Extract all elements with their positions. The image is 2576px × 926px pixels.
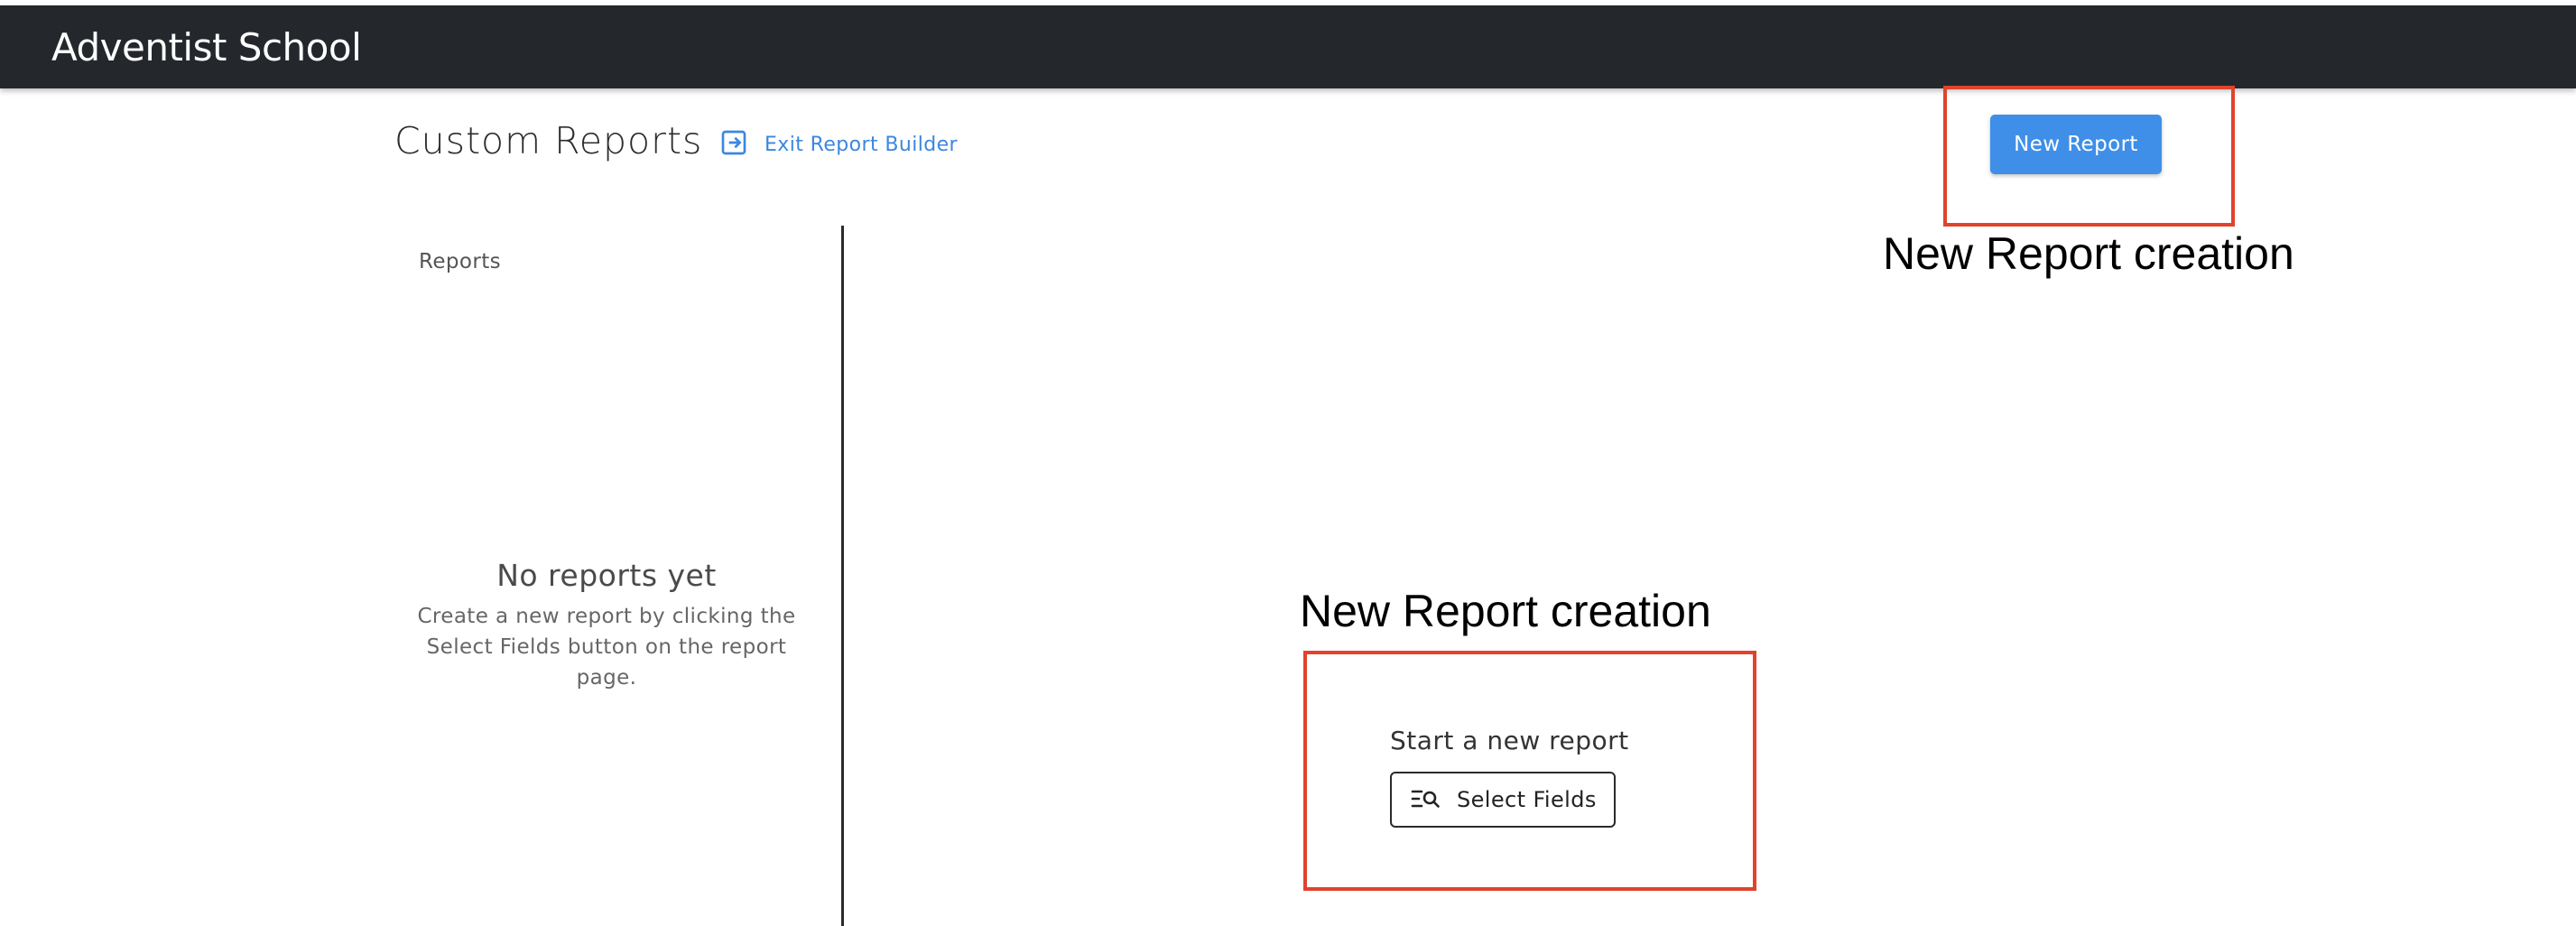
start-new-report-label: Start a new report bbox=[1390, 726, 1629, 755]
sidebar-heading: Reports bbox=[419, 250, 502, 273]
select-fields-button[interactable]: Select Fields bbox=[1390, 772, 1616, 828]
exit-report-builder-label: Exit Report Builder bbox=[764, 133, 958, 156]
exit-report-builder-link[interactable]: Exit Report Builder bbox=[719, 129, 958, 160]
sidebar-divider bbox=[841, 226, 844, 926]
list-search-icon bbox=[1410, 786, 1442, 814]
annotation-box-new-report bbox=[1943, 86, 2235, 227]
empty-state-title: No reports yet bbox=[496, 558, 717, 593]
page-title: Custom Reports bbox=[394, 119, 703, 162]
select-fields-label: Select Fields bbox=[1457, 787, 1597, 812]
empty-state-description: Create a new report by clicking the Sele… bbox=[417, 605, 796, 690]
app-title: Adventist School bbox=[51, 25, 362, 69]
exit-icon bbox=[719, 128, 748, 162]
annotation-label-start-report: New Report creation bbox=[1300, 586, 1711, 636]
annotation-box-start-report bbox=[1303, 651, 1756, 891]
annotation-label-new-report: New Report creation bbox=[1883, 228, 2294, 279]
top-app-bar: Adventist School bbox=[0, 5, 2576, 88]
